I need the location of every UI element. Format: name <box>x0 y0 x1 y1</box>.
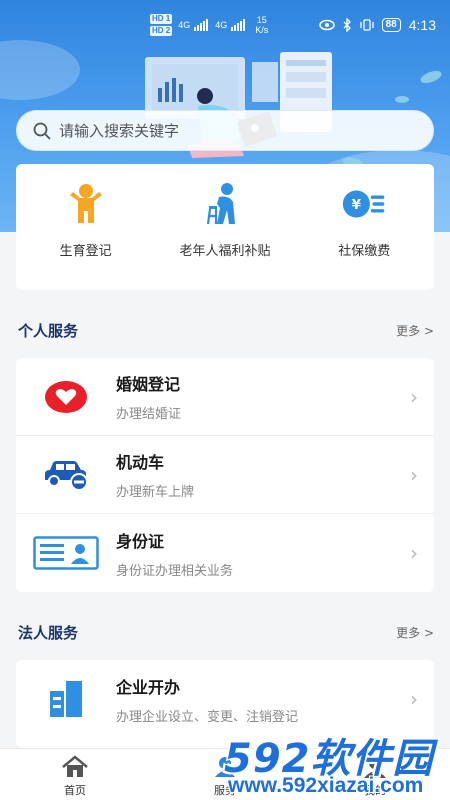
status-bar: HD 1 HD 2 4G 4G 15 K/s 88 4:13 <box>0 0 450 50</box>
legal-services-header: 法人服务 更多 > <box>18 620 434 644</box>
personal-services-header: 个人服务 更多 > <box>18 318 434 342</box>
bluetooth-icon <box>343 18 351 32</box>
quick-action-label: 生育登记 <box>59 244 112 259</box>
signal-icon <box>231 19 246 31</box>
svg-text:¥: ¥ <box>352 197 362 213</box>
quick-action-elderly-subsidy[interactable]: 老年人福利补贴 <box>160 182 290 290</box>
service-item-marriage[interactable]: 婚姻登记 办理结婚证 › <box>16 358 434 436</box>
service-item-vehicle[interactable]: 机动车 办理新车上牌 › <box>16 436 434 514</box>
service-subtitle: 办理新车上牌 <box>116 485 195 500</box>
search-icon <box>33 122 51 139</box>
chevron-right-icon: › <box>410 462 418 487</box>
battery-indicator: 88 <box>381 18 401 32</box>
car-icon <box>45 460 88 491</box>
chevron-right-icon: › <box>410 541 418 565</box>
quick-action-label: 社保缴费 <box>338 244 391 259</box>
chevron-right-icon: › <box>410 687 418 711</box>
network-type: 4G <box>215 20 228 30</box>
yuan-coin-icon: ¥ <box>343 190 385 218</box>
quick-action-social-security[interactable]: ¥ 社保缴费 <box>299 182 429 290</box>
section-title: 个人服务 <box>18 321 79 340</box>
clock: 4:13 <box>408 17 436 33</box>
elderly-icon <box>206 183 235 225</box>
chevron-right-icon: › <box>410 384 418 409</box>
service-subtitle: 办理企业设立、变更、注销登记 <box>116 709 299 725</box>
net-speed-value: 15 <box>256 15 267 25</box>
net-speed-unit: K/s <box>255 25 269 35</box>
quick-action-label: 老年人福利补贴 <box>179 244 271 259</box>
heart-icon <box>45 380 87 413</box>
service-title: 身份证 <box>116 531 165 551</box>
watermark-url: www.592xiazai.com <box>228 774 424 797</box>
search-input[interactable]: 请输入搜索关键字 <box>59 120 179 141</box>
network-type: 4G <box>178 20 191 30</box>
building-icon <box>50 681 82 717</box>
personal-services-list: 婚姻登记 办理结婚证 › 机动车 办理新车上牌 › 身份证 身份证办理相关业务 … <box>16 358 434 592</box>
nav-label: 首页 <box>64 784 86 797</box>
vibrate-icon <box>359 19 374 31</box>
home-icon <box>62 755 88 777</box>
hd-badge: HD 1 <box>150 14 173 24</box>
personal-more-link[interactable]: 更多 > <box>396 322 434 339</box>
hd-badge: HD 2 <box>150 26 173 36</box>
eye-icon <box>318 19 335 31</box>
nav-home[interactable]: 首页 <box>15 749 135 800</box>
signal-icon <box>194 19 209 31</box>
leaf-decoration <box>395 96 409 103</box>
quick-actions-card: 生育登记 老年人福利补贴 ¥ 社保缴费 <box>16 164 434 290</box>
quick-action-birth-registration[interactable]: 生育登记 <box>21 182 151 290</box>
id-card-icon <box>33 536 99 570</box>
service-item-id-card[interactable]: 身份证 身份证办理相关业务 › <box>16 514 434 592</box>
search-bar[interactable]: 请输入搜索关键字 <box>16 110 434 151</box>
leaf-decoration <box>418 68 444 86</box>
service-title: 机动车 <box>116 453 165 472</box>
service-subtitle: 身份证办理相关业务 <box>116 563 234 579</box>
legal-more-link[interactable]: 更多 > <box>396 624 434 641</box>
child-icon <box>69 184 102 223</box>
watermark: 592软件园 www.592xiazai.com <box>218 724 450 800</box>
service-title: 婚姻登记 <box>116 375 181 394</box>
service-title: 企业开办 <box>116 677 181 697</box>
service-subtitle: 办理结婚证 <box>116 407 182 422</box>
section-title: 法人服务 <box>18 623 79 642</box>
